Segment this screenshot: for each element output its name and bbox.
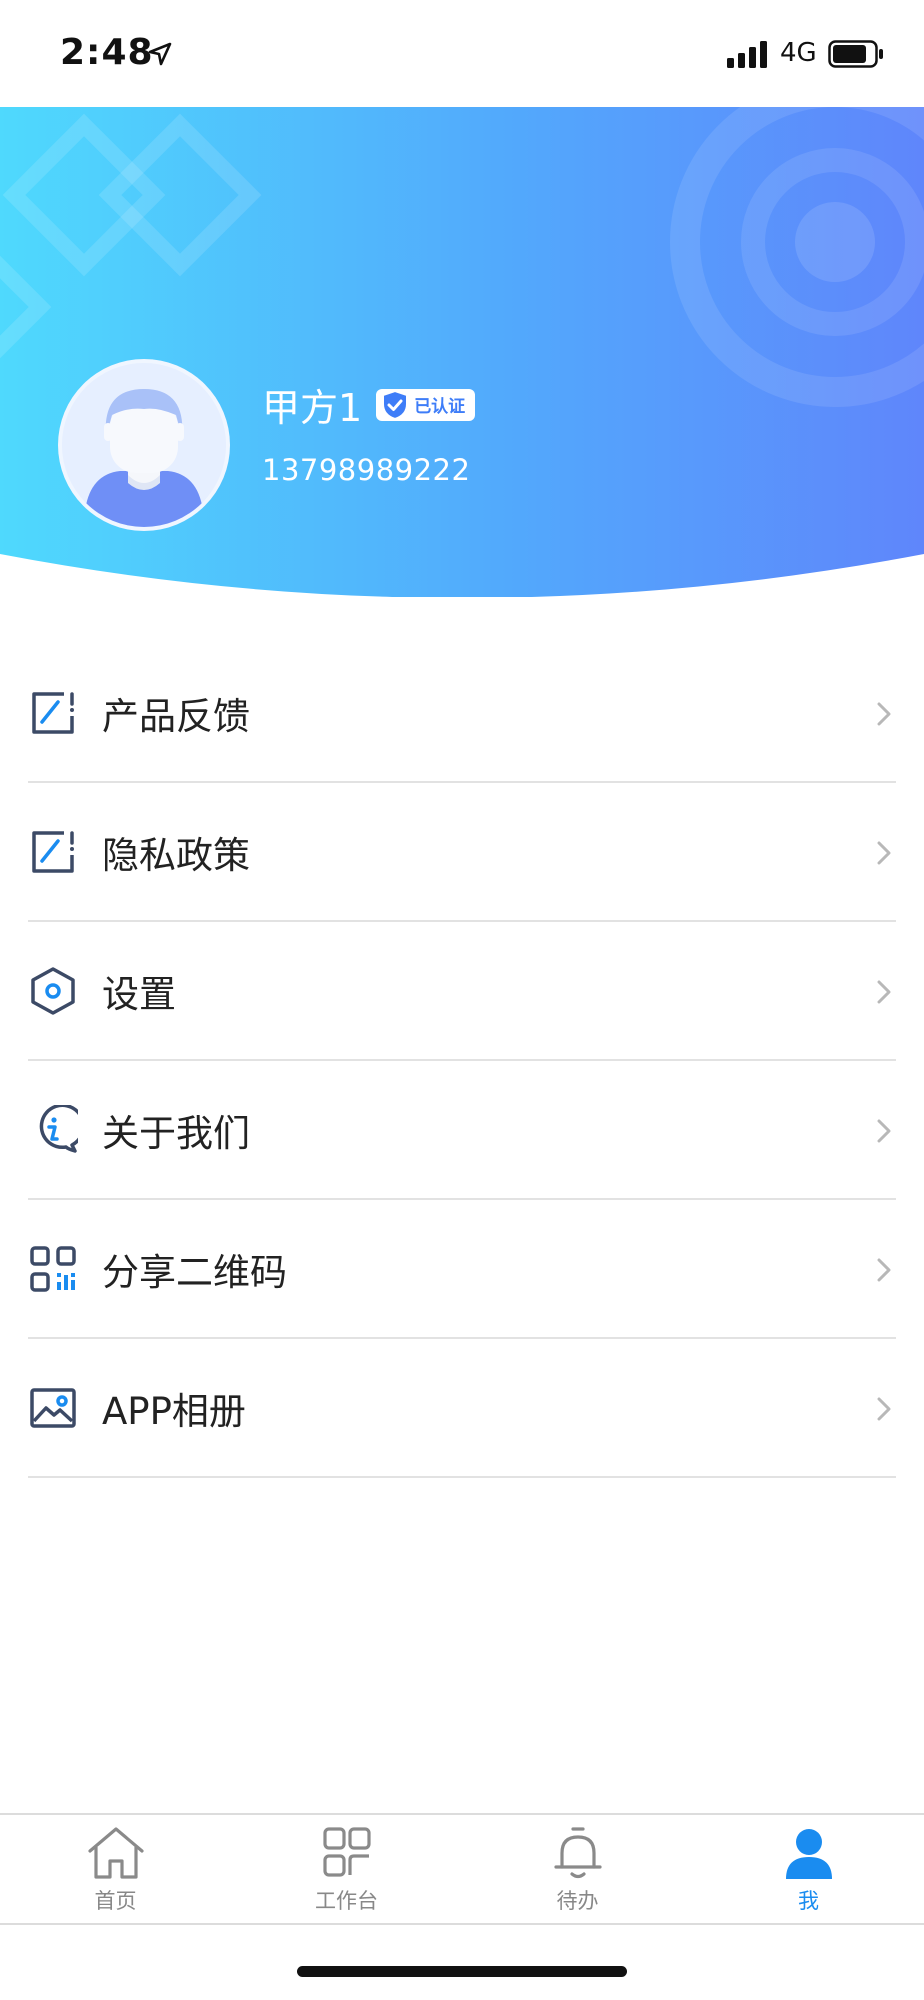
person-icon bbox=[785, 1829, 832, 1879]
bell-icon bbox=[553, 1827, 602, 1879]
tab-bar: 首页 工作台 待办 我 bbox=[0, 1813, 924, 1925]
verified-label: 已认证 bbox=[414, 397, 466, 417]
menu-label: 关于我们 bbox=[102, 1111, 250, 1155]
settings-icon bbox=[31, 966, 75, 1015]
menu-label: 产品反馈 bbox=[102, 694, 250, 738]
chevron-right-icon bbox=[877, 841, 891, 865]
menu-item-privacy[interactable]: 隐私政策 bbox=[28, 783, 896, 922]
feedback-icon bbox=[32, 691, 74, 734]
home-indicator bbox=[297, 1966, 627, 1977]
menu-list: 产品反馈 隐私政策 设置 关于我们 分享二维码 APP相册 bbox=[28, 644, 896, 1478]
chevron-right-icon bbox=[877, 702, 891, 726]
qr-code-icon bbox=[30, 1245, 76, 1292]
privacy-icon bbox=[32, 830, 74, 873]
status-bar: 2:48 4G bbox=[0, 0, 924, 107]
user-name: 甲方1 bbox=[262, 386, 363, 430]
user-avatar-icon bbox=[62, 363, 226, 527]
chevron-right-icon bbox=[877, 980, 891, 1004]
tab-label: 首页 bbox=[94, 1889, 137, 1913]
chevron-right-icon bbox=[877, 1397, 891, 1421]
menu-label: 隐私政策 bbox=[102, 833, 250, 877]
verified-shield-icon bbox=[382, 389, 409, 420]
chevron-right-icon bbox=[877, 1119, 891, 1143]
tab-workbench[interactable]: 工作台 bbox=[231, 1815, 462, 1923]
menu-label: 设置 bbox=[102, 972, 176, 1016]
menu-label: APP相册 bbox=[102, 1389, 246, 1433]
verified-badge: 已认证 bbox=[376, 388, 476, 421]
chevron-right-icon bbox=[877, 1258, 891, 1282]
signal-icon bbox=[727, 41, 767, 68]
network-label: 4G bbox=[780, 38, 817, 68]
workbench-icon bbox=[322, 1827, 371, 1877]
menu-item-about[interactable]: 关于我们 bbox=[28, 1061, 896, 1200]
tab-todo[interactable]: 待办 bbox=[462, 1815, 693, 1923]
status-time: 2:48 bbox=[60, 32, 154, 73]
tab-me[interactable]: 我 bbox=[693, 1815, 924, 1923]
home-icon bbox=[87, 1827, 144, 1879]
location-arrow-icon bbox=[148, 42, 172, 66]
tab-label: 待办 bbox=[556, 1889, 599, 1913]
menu-item-feedback[interactable]: 产品反馈 bbox=[28, 644, 896, 783]
menu-item-share-qr[interactable]: 分享二维码 bbox=[28, 1200, 896, 1339]
avatar[interactable] bbox=[58, 359, 230, 531]
info-icon bbox=[39, 1104, 78, 1153]
tab-label: 工作台 bbox=[315, 1889, 378, 1913]
album-icon bbox=[30, 1387, 76, 1428]
tab-label: 我 bbox=[798, 1889, 819, 1913]
user-name-row: 甲方1 已认证 bbox=[262, 377, 476, 432]
profile-header: 甲方1 已认证 13798989222 bbox=[0, 107, 924, 597]
user-phone: 13798989222 bbox=[262, 453, 471, 487]
menu-item-album[interactable]: APP相册 bbox=[28, 1339, 896, 1478]
battery-icon bbox=[828, 40, 883, 68]
tab-home[interactable]: 首页 bbox=[0, 1815, 231, 1923]
menu-label: 分享二维码 bbox=[102, 1250, 287, 1294]
menu-item-settings[interactable]: 设置 bbox=[28, 922, 896, 1061]
